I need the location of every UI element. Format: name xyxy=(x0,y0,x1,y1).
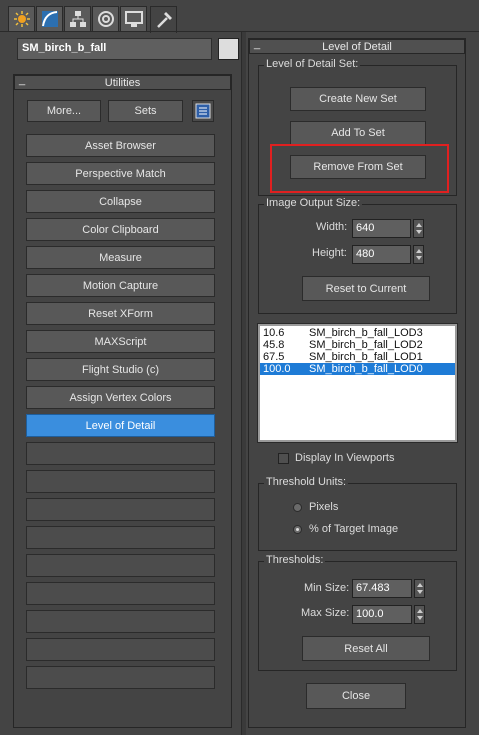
lod-list-row[interactable]: 67.5 SM_birch_b_fall_LOD1 xyxy=(260,351,455,363)
utility-button[interactable]: Reset XForm xyxy=(26,302,215,325)
utility-slot-empty[interactable] xyxy=(26,442,215,465)
collapse-icon: _ xyxy=(19,74,26,86)
lod-threshold-value: 100.0 xyxy=(263,363,291,375)
lod-set-group-label: Level of Detail Set: xyxy=(264,58,361,70)
utilities-rollout-header[interactable]: _ Utilities xyxy=(14,74,231,90)
configure-button-sets[interactable] xyxy=(192,100,214,122)
max-size-label: Max Size: xyxy=(301,607,350,619)
width-field[interactable]: 640 xyxy=(352,219,411,238)
utility-button[interactable]: Assign Vertex Colors xyxy=(26,386,215,409)
utility-slot-empty[interactable] xyxy=(26,554,215,577)
utility-button[interactable]: Motion Capture xyxy=(26,274,215,297)
thresholds-group-label: Thresholds: xyxy=(264,554,326,566)
min-size-label: Min Size: xyxy=(304,582,350,594)
height-field[interactable]: 480 xyxy=(352,245,411,264)
pixels-label: Pixels xyxy=(309,501,339,513)
lod-list-row[interactable]: 10.6 SM_birch_b_fall_LOD3 xyxy=(260,327,455,339)
reset-all-button[interactable]: Reset All xyxy=(302,636,430,661)
lod-object-name: SM_birch_b_fall_LOD3 xyxy=(309,327,423,339)
panel-divider xyxy=(241,32,246,735)
lod-object-name: SM_birch_b_fall_LOD0 xyxy=(309,363,423,375)
lod-object-name: SM_birch_b_fall_LOD1 xyxy=(309,351,423,363)
modify-icon xyxy=(41,11,58,27)
lod-list-row[interactable]: 45.8 SM_birch_b_fall_LOD2 xyxy=(260,339,455,351)
lod-threshold-value: 45.8 xyxy=(263,339,285,351)
tab-display[interactable] xyxy=(120,6,147,31)
utility-button[interactable]: MAXScript xyxy=(26,330,215,353)
lod-rollout-header[interactable]: _ Level of Detail xyxy=(249,38,465,54)
reset-to-current-button[interactable]: Reset to Current xyxy=(302,276,430,301)
percent-target-label: % of Target Image xyxy=(309,523,399,535)
object-color-swatch[interactable] xyxy=(218,38,239,60)
lod-list[interactable]: 10.6 SM_birch_b_fall_LOD3 45.8 SM_birch_b_f… xyxy=(257,323,458,443)
min-size-spinner[interactable] xyxy=(414,579,425,598)
utility-slot-empty[interactable] xyxy=(26,498,215,521)
utility-button[interactable]: Flight Studio (c) xyxy=(26,358,215,381)
image-output-group-label: Image Output Size: xyxy=(264,197,363,209)
utility-slot-empty[interactable] xyxy=(26,638,215,661)
width-spinner[interactable] xyxy=(413,219,424,238)
min-size-field[interactable]: 67.483 xyxy=(352,579,412,598)
utility-button[interactable]: Collapse xyxy=(26,190,215,213)
highlight-box xyxy=(270,144,449,193)
utilities-title: Utilities xyxy=(104,76,141,89)
add-to-set-button[interactable]: Add To Set xyxy=(290,121,426,145)
display-in-viewports-checkbox[interactable] xyxy=(278,453,289,464)
utility-button[interactable]: Perspective Match xyxy=(26,162,215,185)
lod-list-row[interactable]: 100.0 SM_birch_b_fall_LOD0 xyxy=(260,363,455,375)
create-new-set-button[interactable]: Create New Set xyxy=(290,87,426,111)
tab-utilities[interactable] xyxy=(150,6,177,33)
display-icon xyxy=(124,11,143,27)
lod-threshold-value: 67.5 xyxy=(263,351,285,363)
create-icon xyxy=(13,11,30,27)
more-button[interactable]: More... xyxy=(27,100,101,122)
max-size-field[interactable]: 100.0 xyxy=(352,605,412,624)
lod-title: Level of Detail xyxy=(322,40,392,53)
utility-slot-empty[interactable] xyxy=(26,582,215,605)
height-label: Height: xyxy=(312,247,347,259)
sets-button[interactable]: Sets xyxy=(108,100,183,122)
lod-object-name: SM_birch_b_fall_LOD2 xyxy=(309,339,423,351)
lod-threshold-value: 10.6 xyxy=(263,327,285,339)
utility-button[interactable]: Level of Detail xyxy=(26,414,215,437)
display-in-viewports-label: Display In Viewports xyxy=(295,452,395,464)
tab-create[interactable] xyxy=(8,6,35,31)
collapse-icon: _ xyxy=(254,38,261,50)
percent-target-radio[interactable] xyxy=(293,525,302,534)
width-label: Width: xyxy=(316,221,348,233)
utility-button[interactable]: Measure xyxy=(26,246,215,269)
configure-sets-icon xyxy=(195,103,211,119)
utility-slot-empty[interactable] xyxy=(26,470,215,493)
utility-slot-empty[interactable] xyxy=(26,610,215,633)
utility-slot-empty[interactable] xyxy=(26,526,215,549)
tab-motion[interactable] xyxy=(92,6,119,31)
utility-slot-empty[interactable] xyxy=(26,666,215,689)
tab-modify[interactable] xyxy=(36,6,63,31)
object-name-field[interactable]: SM_birch_b_fall xyxy=(17,38,212,60)
utility-button[interactable]: Asset Browser xyxy=(26,134,215,157)
motion-icon xyxy=(97,11,114,27)
hierarchy-icon xyxy=(69,11,86,27)
pixels-radio[interactable] xyxy=(293,503,302,512)
height-spinner[interactable] xyxy=(413,245,424,264)
utilities-hammer-icon xyxy=(156,12,172,28)
utility-button[interactable]: Color Clipboard xyxy=(26,218,215,241)
close-button[interactable]: Close xyxy=(306,683,406,709)
max-size-spinner[interactable] xyxy=(414,605,425,624)
threshold-units-group xyxy=(258,483,457,551)
tab-hierarchy[interactable] xyxy=(64,6,91,31)
threshold-units-group-label: Threshold Units: xyxy=(264,476,349,488)
